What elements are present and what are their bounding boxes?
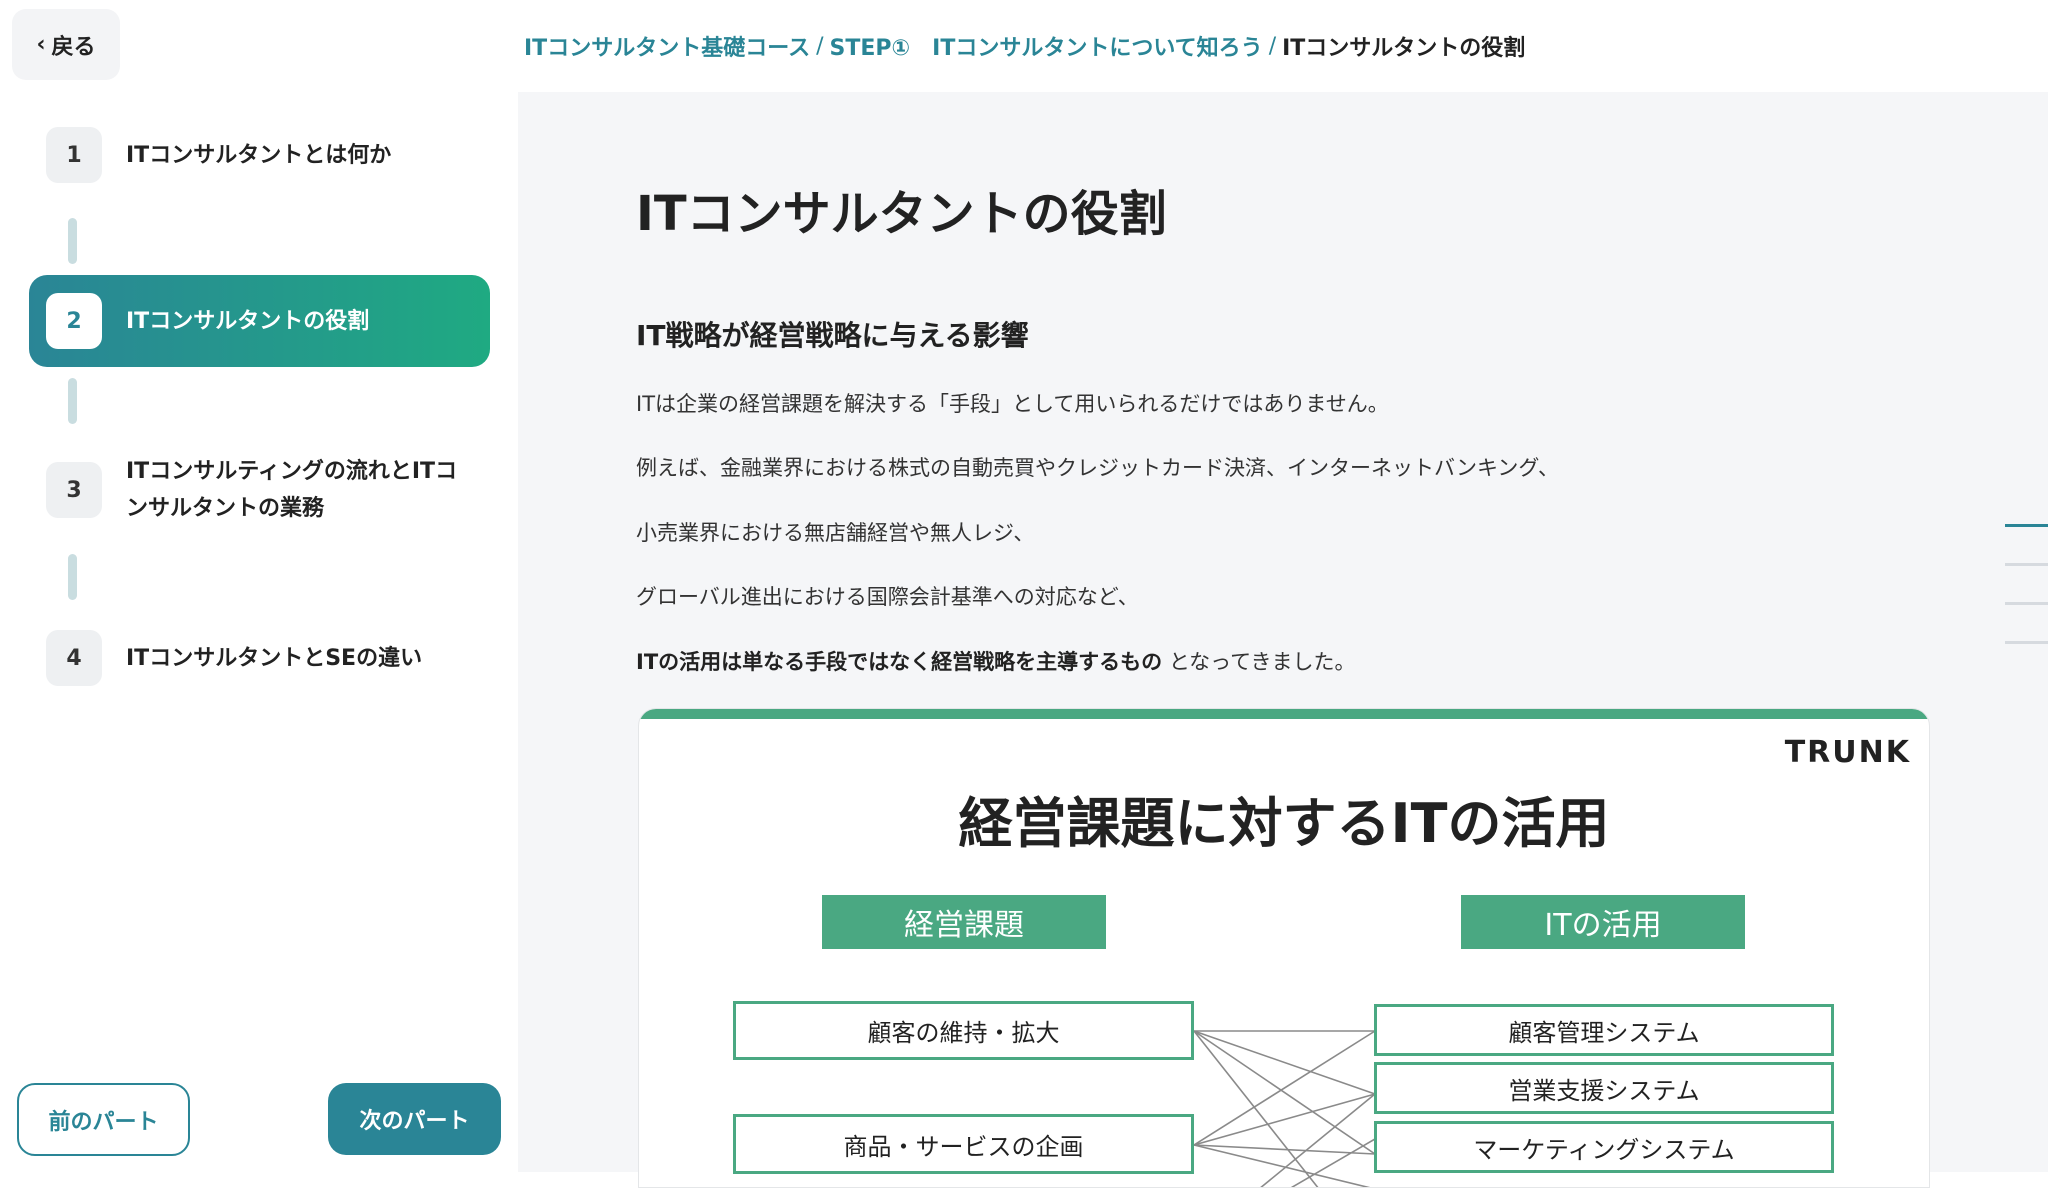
sidebar-step-2[interactable]: 2 ITコンサルタントの役割 (29, 275, 490, 367)
figure-right-item: マーケティングシステム (1374, 1121, 1834, 1173)
step-number: 1 (46, 127, 102, 183)
paragraph: 例えば、金融業界における株式の自動売買やクレジットカード決済、インターネットバン… (636, 456, 1559, 480)
step-connector (68, 378, 77, 424)
step-number: 3 (46, 462, 102, 518)
toc-marker[interactable] (2005, 563, 2048, 566)
page-title: ITコンサルタントの役割 (636, 186, 1167, 242)
back-button[interactable]: ‹ 戻る (12, 9, 120, 80)
step-label: ITコンサルティングの流れとITコンサルタントの業務 (126, 459, 458, 521)
section-title: IT戦略が経営戦略に与える影響 (636, 319, 1029, 352)
figure-right-item: 顧客管理システム (1374, 1004, 1834, 1056)
back-label: 戻る (51, 34, 96, 60)
step-label: ITコンサルタントとSEの違い (126, 645, 423, 671)
paragraph-emphasis: ITの活用は単なる手段ではなく経営戦略を主導するもの (636, 650, 1163, 674)
step-connector (68, 218, 77, 264)
toc-marker-active[interactable] (2005, 524, 2048, 527)
breadcrumb-step[interactable]: STEP① ITコンサルタントについて知ろう (830, 30, 1263, 62)
step-label: ITコンサルタントの役割 (126, 308, 370, 334)
sidebar-step-3[interactable]: 3 ITコンサルティングの流れとITコンサルタントの業務 (29, 453, 490, 527)
figure-right-item: 営業支援システム (1374, 1062, 1834, 1114)
top-bar: ‹ 戻る ITコンサルタント基礎コース / STEP① ITコンサルタントについ… (0, 0, 2048, 92)
toc-marker[interactable] (2005, 641, 2048, 644)
breadcrumb-current: ITコンサルタントの役割 (1282, 36, 1526, 61)
chevron-left-icon: ‹ (36, 32, 46, 57)
sidebar: 1 ITコンサルタントとは何か 2 ITコンサルタントの役割 3 ITコンサルテ… (0, 92, 518, 1172)
paragraph: グローバル進出における国際会計基準への対応など、 (636, 585, 1139, 609)
toc-indicator (2005, 524, 2048, 680)
figure-left-item: 顧客の維持・拡大 (733, 1001, 1194, 1060)
paragraph: 小売業界における無店舗経営や無人レジ、 (636, 521, 1035, 545)
next-part-button[interactable]: 次のパート (328, 1083, 501, 1155)
breadcrumb-separator: / (1268, 33, 1277, 59)
toc-marker[interactable] (2005, 602, 2048, 605)
step-connector (68, 554, 77, 600)
step-number: 2 (46, 293, 102, 349)
paragraph-rest: となってきました。 (1162, 650, 1356, 674)
step-number: 4 (46, 630, 102, 686)
step-label: ITコンサルタントとは何か (126, 142, 392, 168)
breadcrumb-separator: / (816, 33, 824, 59)
figure-image: TRUNK 経営課題に対するITの活用 経営課題 ITの活用 顧客の維持・拡大 … (638, 708, 1930, 1188)
figure-left-item: 商品・サービスの企画 (733, 1114, 1194, 1174)
sidebar-step-4[interactable]: 4 ITコンサルタントとSEの違い (29, 630, 490, 686)
sidebar-step-1[interactable]: 1 ITコンサルタントとは何か (29, 127, 490, 183)
prev-part-button[interactable]: 前のパート (17, 1083, 190, 1156)
breadcrumb: ITコンサルタント基礎コース / STEP① ITコンサルタントについて知ろう … (524, 28, 1525, 64)
breadcrumb-course[interactable]: ITコンサルタント基礎コース (524, 30, 810, 62)
paragraph: ITは企業の経営課題を解決する「手段」として用いられるだけではありません。 (636, 392, 1389, 416)
paragraph: ITの活用は単なる手段ではなく経営戦略を主導するもの となってきました。 (636, 646, 1356, 676)
